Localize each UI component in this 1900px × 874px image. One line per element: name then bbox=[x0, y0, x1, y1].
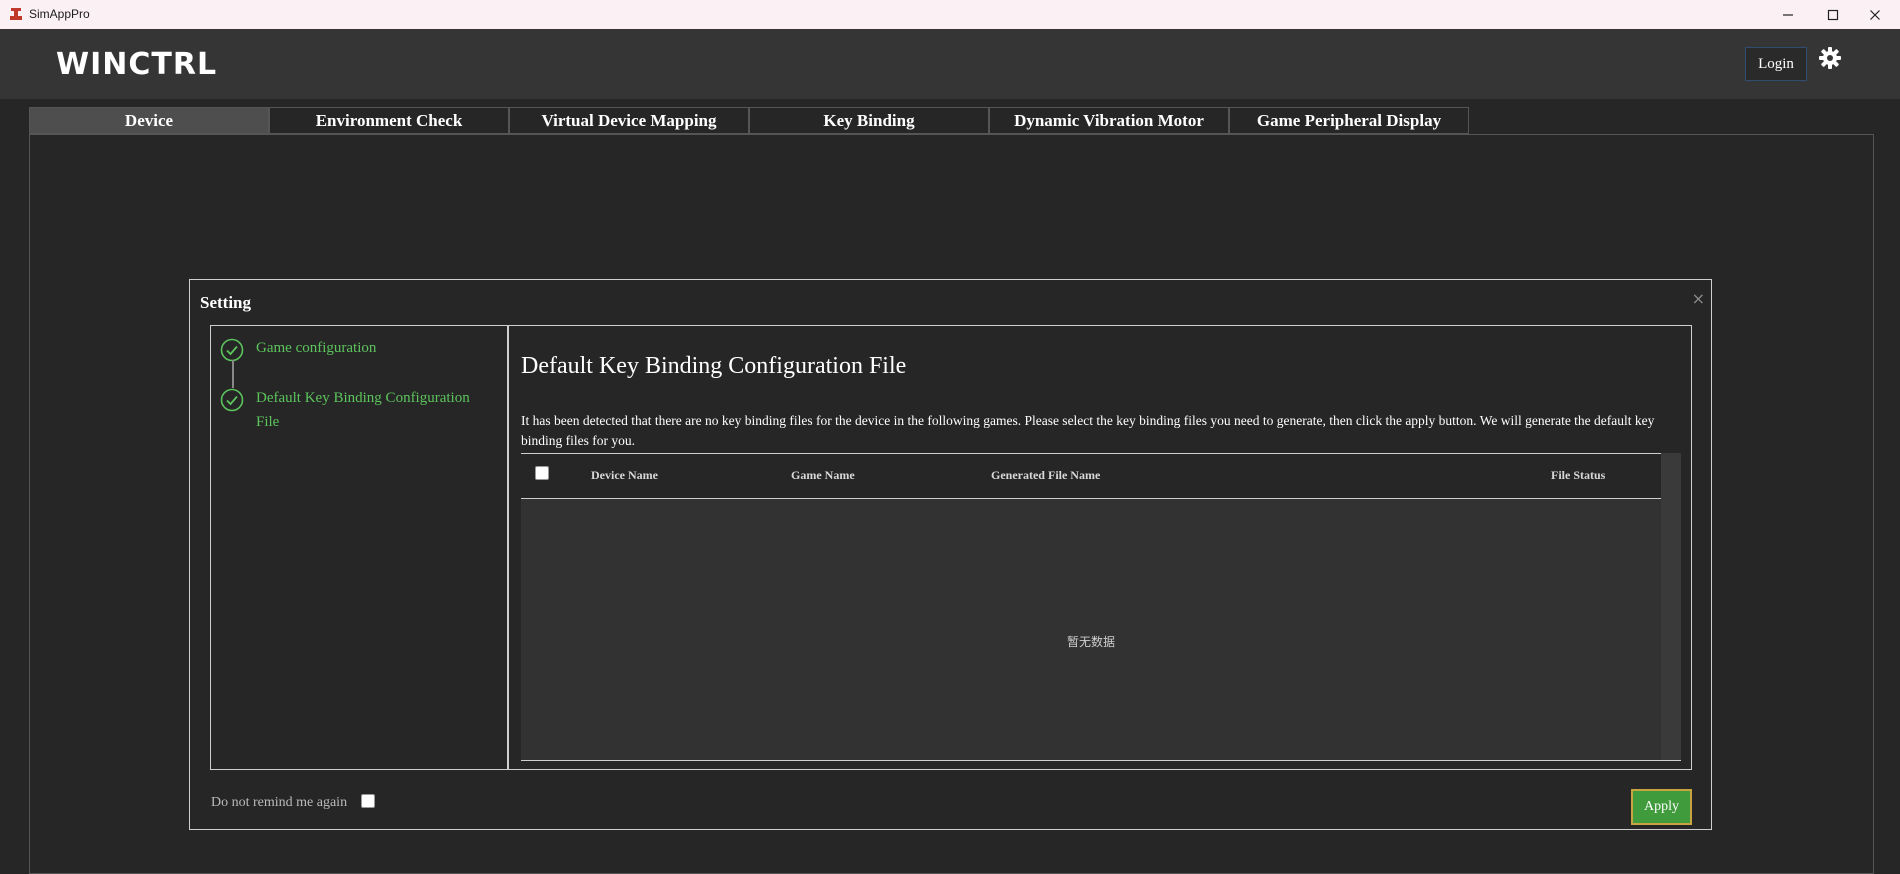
minimize-icon bbox=[1783, 13, 1793, 16]
step-connector bbox=[232, 360, 234, 388]
tab-game-peripheral-display[interactable]: Game Peripheral Display bbox=[1229, 107, 1469, 134]
close-icon bbox=[1870, 9, 1880, 20]
apply-button[interactable]: Apply bbox=[1631, 789, 1692, 825]
step-label: Game configuration bbox=[256, 340, 377, 356]
key-binding-table: Device Name Game Name Generated File Nam… bbox=[521, 453, 1681, 761]
column-game-name: Game Name bbox=[791, 468, 855, 482]
table-header: Device Name Game Name Generated File Nam… bbox=[521, 453, 1661, 499]
window-title: SimAppPro bbox=[29, 7, 90, 21]
check-circle-icon bbox=[220, 338, 244, 362]
tab-key-binding[interactable]: Key Binding bbox=[749, 107, 989, 134]
tab-device[interactable]: Device bbox=[29, 107, 269, 134]
table-scrollbar[interactable] bbox=[1661, 453, 1681, 761]
tab-environment-check[interactable]: Environment Check bbox=[269, 107, 509, 134]
do-not-remind-checkbox[interactable] bbox=[361, 794, 375, 808]
dialog-close-button[interactable]: × bbox=[1692, 289, 1705, 308]
do-not-remind-label: Do not remind me again bbox=[211, 795, 348, 810]
select-all-checkbox[interactable] bbox=[535, 466, 549, 480]
window-titlebar: SimAppPro bbox=[0, 0, 1900, 29]
empty-state-text: 暂无数据 bbox=[1066, 635, 1115, 649]
section-description: It has been detected that there are no k… bbox=[521, 413, 1655, 448]
app-header: WINCTRL Login bbox=[0, 29, 1900, 99]
section-heading: Default Key Binding Configuration File bbox=[521, 353, 907, 379]
dialog-body: Game configuration Default Key Binding C… bbox=[210, 325, 1692, 770]
column-file-status: File Status bbox=[1551, 468, 1606, 482]
table-bottom-border bbox=[521, 760, 1681, 761]
column-generated-file-name: Generated File Name bbox=[991, 468, 1101, 482]
tab-dynamic-vibration-motor[interactable]: Dynamic Vibration Motor bbox=[989, 107, 1229, 134]
gear-icon[interactable] bbox=[1818, 46, 1842, 70]
login-button[interactable]: Login bbox=[1745, 47, 1807, 81]
main-tabs: Device Environment Check Virtual Device … bbox=[29, 107, 1469, 134]
step-label: Default Key Binding Configuration File bbox=[256, 390, 470, 430]
minimize-button[interactable] bbox=[1765, 0, 1811, 29]
column-device-name: Device Name bbox=[591, 468, 658, 482]
tab-virtual-device-mapping[interactable]: Virtual Device Mapping bbox=[509, 107, 749, 134]
setting-dialog: Setting × Game configuration Default Key… bbox=[189, 279, 1712, 830]
main-pane: Default Key Binding Configuration File I… bbox=[511, 326, 1691, 769]
maximize-icon bbox=[1827, 9, 1839, 20]
check-circle-icon bbox=[220, 388, 244, 412]
dialog-title: Setting bbox=[200, 293, 251, 312]
logo-text: WINCTRL bbox=[56, 47, 217, 79]
maximize-button[interactable] bbox=[1810, 0, 1856, 29]
steps-pane: Game configuration Default Key Binding C… bbox=[211, 326, 509, 769]
app-icon bbox=[10, 8, 22, 20]
logo: WINCTRL bbox=[56, 47, 217, 79]
close-window-button[interactable] bbox=[1852, 0, 1898, 29]
